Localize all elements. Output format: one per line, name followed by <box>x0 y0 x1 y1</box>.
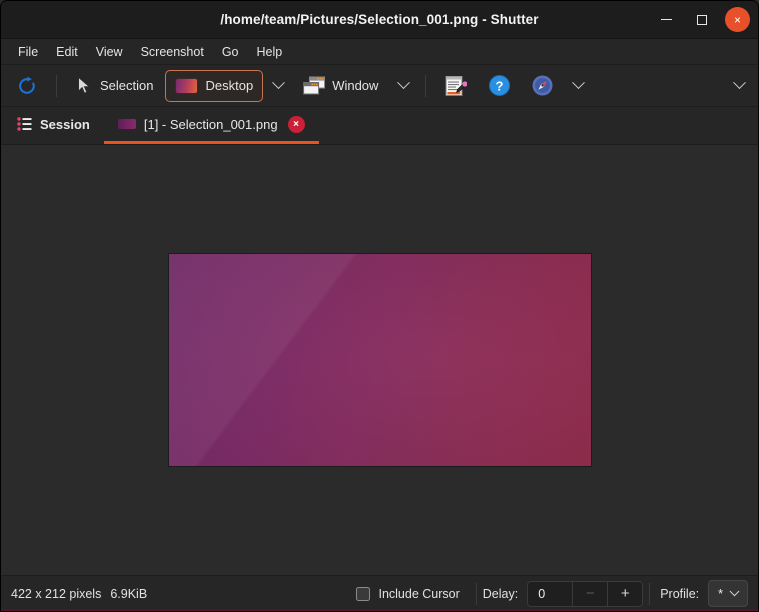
menu-edit[interactable]: Edit <box>47 43 87 61</box>
minimize-icon <box>660 18 672 21</box>
checkbox-icon <box>356 586 371 601</box>
minimize-button[interactable] <box>653 7 679 33</box>
tab-session[interactable]: Session <box>11 107 104 144</box>
cursor-arrow-icon <box>78 76 91 94</box>
session-label: Session <box>40 116 90 132</box>
toolbar-separator-1 <box>56 74 57 97</box>
window-label: Window <box>332 78 379 93</box>
menu-help[interactable]: Help <box>248 43 292 61</box>
desktop-dropdown-button[interactable] <box>265 70 291 102</box>
shutter-window: /home/team/Pictures/Selection_001.png - … <box>0 0 759 612</box>
desktop-label: Desktop <box>205 78 254 93</box>
desktop-button[interactable]: Desktop <box>165 69 264 102</box>
selection-button[interactable]: Selection <box>66 70 163 102</box>
wallpaper-vignette <box>168 254 591 466</box>
profile-value: * <box>718 586 723 601</box>
tab-label: [1] - Selection_001.png <box>143 116 278 132</box>
window-bottom-edge <box>1 609 758 611</box>
profile-label: Profile: <box>660 586 700 601</box>
delay-spinner[interactable]: 0 − + <box>527 580 644 607</box>
menu-bar: File Edit View Screenshot Go Help <box>1 39 758 65</box>
window-controls: × <box>653 1 750 38</box>
window-stack-icon <box>303 76 326 95</box>
status-bar: 422 x 212 pixels 6.9KiB Include Cursor D… <box>1 575 758 611</box>
selection-label: Selection <box>100 78 154 93</box>
delay-increment-button[interactable]: + <box>607 581 642 606</box>
screenshot-wrapper <box>168 254 591 466</box>
chevron-down-icon <box>271 76 285 90</box>
title-bar: /home/team/Pictures/Selection_001.png - … <box>1 1 758 39</box>
tab-bar: Session [1] - Selection_001.png × <box>1 107 758 145</box>
image-dimensions-label: 422 x 212 pixels <box>11 586 102 601</box>
svg-text:?: ? <box>496 78 504 93</box>
help-question-icon: ? <box>489 75 511 96</box>
status-divider-1 <box>475 582 477 605</box>
menu-view[interactable]: View <box>87 43 132 61</box>
maximize-icon <box>697 14 707 25</box>
window-title: /home/team/Pictures/Selection_001.png - … <box>220 12 539 27</box>
status-divider-2 <box>649 582 651 605</box>
document-edit-icon <box>445 75 468 96</box>
help-button[interactable]: ? <box>479 70 520 102</box>
image-canvas[interactable] <box>1 145 758 575</box>
reload-icon <box>19 76 35 94</box>
screenshot-image[interactable] <box>168 254 591 466</box>
close-button[interactable]: × <box>725 7 750 32</box>
chevron-down-icon <box>397 76 410 90</box>
image-filesize-label: 6.9KiB <box>110 586 148 601</box>
window-button[interactable]: Window <box>293 70 388 102</box>
delay-value[interactable]: 0 <box>528 582 572 606</box>
edit-button[interactable] <box>435 70 477 102</box>
reload-button[interactable] <box>7 70 47 102</box>
menu-go[interactable]: Go <box>213 43 248 61</box>
web-compass-icon <box>532 75 553 96</box>
toolbar-overflow-button[interactable] <box>726 70 752 102</box>
tab-selection-001[interactable]: [1] - Selection_001.png × <box>103 107 319 144</box>
web-button[interactable] <box>522 70 563 102</box>
maximize-button[interactable] <box>689 7 715 33</box>
delay-label: Delay: <box>482 586 519 601</box>
chevron-down-icon <box>729 586 740 597</box>
menu-screenshot[interactable]: Screenshot <box>132 43 213 61</box>
include-cursor-label: Include Cursor <box>378 586 460 601</box>
chevron-down-icon <box>572 76 585 90</box>
profile-dropdown[interactable]: * <box>708 580 748 607</box>
tab-thumbnail-icon <box>117 119 136 129</box>
desktop-thumbnail-icon <box>175 77 199 94</box>
main-toolbar: Selection Desktop Window ? <box>1 65 758 107</box>
status-right-group: Include Cursor Delay: 0 − + Profile: * <box>346 580 748 607</box>
window-dropdown-button[interactable] <box>390 70 416 102</box>
status-left-group: 422 x 212 pixels 6.9KiB <box>11 587 147 601</box>
tab-close-button[interactable]: × <box>287 115 305 133</box>
menu-file[interactable]: File <box>9 43 47 61</box>
web-dropdown-button[interactable] <box>565 70 591 102</box>
session-list-icon <box>17 117 32 131</box>
chevron-down-icon <box>732 76 746 90</box>
delay-decrement-button[interactable]: − <box>572 581 607 606</box>
toolbar-separator-2 <box>425 74 427 97</box>
include-cursor-checkbox[interactable]: Include Cursor <box>346 586 469 601</box>
